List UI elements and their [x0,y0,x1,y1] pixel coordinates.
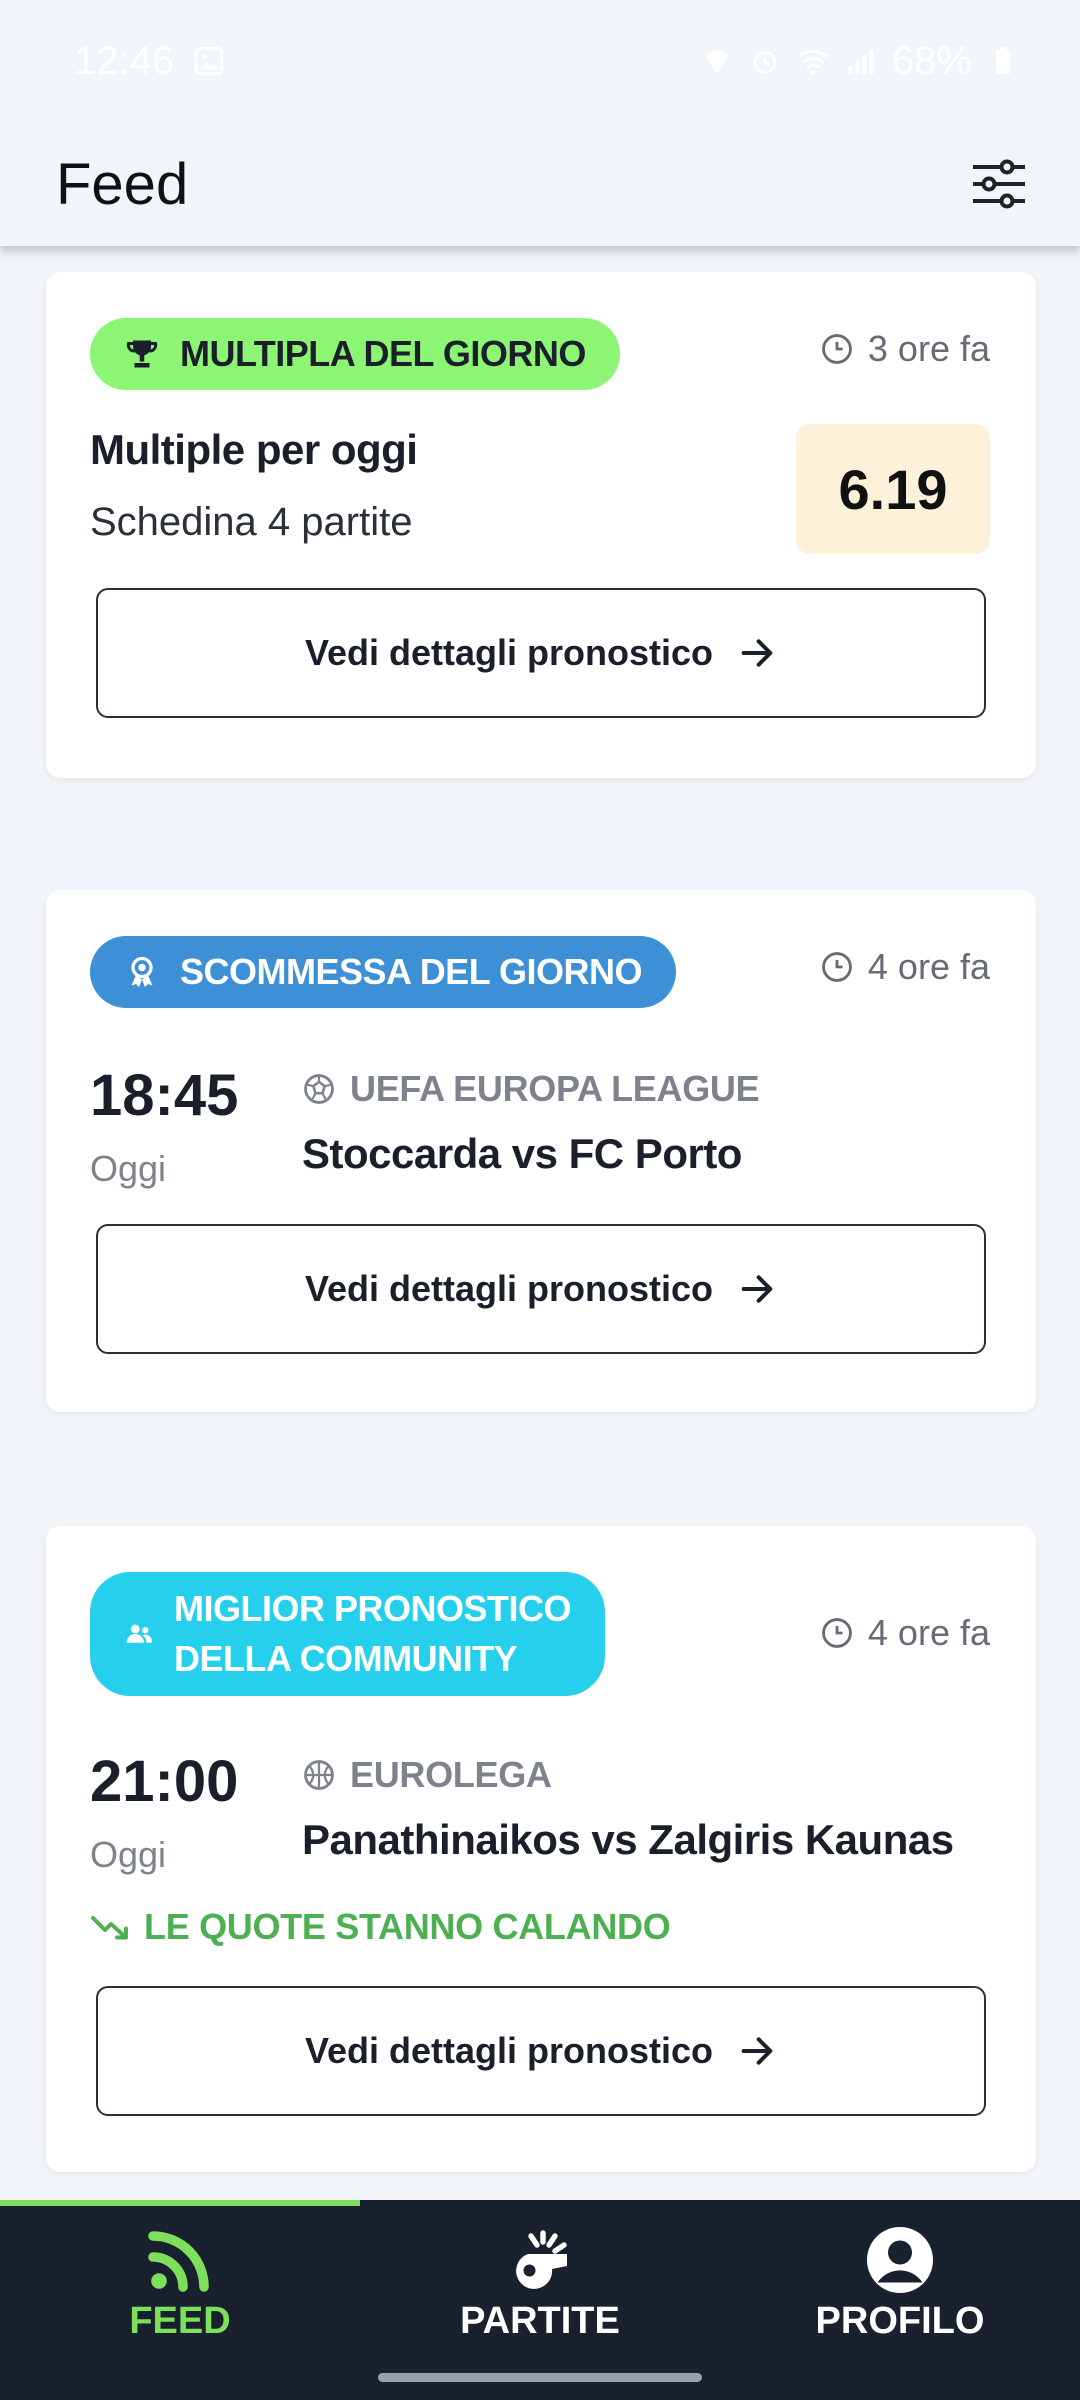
soccer-ball-icon [304,1074,334,1104]
home-indicator[interactable] [378,2373,702,2382]
detail-button[interactable]: Vedi dettagli pronostico [96,588,986,718]
feed-card-scommessa: SCOMMESSA DEL GIORNO 4 ore fa 18:45 Oggi… [46,890,1036,1412]
nav-item-partite[interactable]: PARTITE [360,2218,720,2368]
active-tab-indicator [0,2200,360,2206]
trophy-icon [126,340,158,368]
detail-button[interactable]: Vedi dettagli pronostico [96,1224,986,1354]
match-day: Oggi [90,1148,167,1189]
match-time: 21:00 [90,1749,239,1814]
image-icon [194,46,224,76]
nav-label-profilo: PROFILO [815,2300,985,2342]
feed-list[interactable]: MULTIPLA DEL GIORNO 3 ore fa Multiple pe… [0,246,1080,2200]
league-label: UEFA EUROPA LEAGUE [350,1068,760,1109]
basketball-icon [304,1760,334,1790]
feed-card-community: MIGLIOR PRONOSTICO DELLA COMMUNITY 4 ore… [46,1526,1036,2172]
badge-label: MULTIPLA DEL GIORNO [180,333,586,374]
wifi-icon [797,49,829,75]
badge-scommessa: SCOMMESSA DEL GIORNO [90,936,677,1008]
odds-trend: LE QUOTE STANNO CALANDO [90,1906,671,1948]
status-time: 12:46 [74,38,175,83]
arrow-right-icon [741,2037,773,2065]
award-icon [131,956,153,987]
odd-value: 6.19 [796,424,990,554]
arrow-right-icon [741,639,773,667]
detail-button-label: Vedi dettagli pronostico [304,632,714,673]
league-name: UEFA EUROPA LEAGUE [302,1068,760,1110]
badge-label-line1: MIGLIOR PRONOSTICO [174,1588,572,1629]
match-time: 18:45 [90,1063,239,1128]
arrow-right-icon [741,1275,773,1303]
nav-item-feed[interactable]: FEED [0,2218,360,2368]
time-ago-label: 4 ore fa [867,946,990,987]
time-ago-label: 3 ore fa [867,328,990,369]
match-teams: Panathinaikos vs Zalgiris Kaunas [302,1816,954,1863]
match-day: Oggi [90,1834,167,1875]
league-name: EUROLEGA [302,1754,552,1796]
detail-button-label: Vedi dettagli pronostico [304,1268,714,1309]
status-left: 12:46 [74,39,226,84]
time-ago-label: 4 ore fa [867,1612,990,1653]
bottom-nav: FEED PARTITE PROFILO [0,2200,1080,2400]
nav-label-partite: PARTITE [460,2300,620,2342]
location-icon [705,49,729,74]
card-subtitle: Schedina 4 partite [90,500,413,544]
badge-text: MIGLIOR PRONOSTICO DELLA COMMUNITY [174,1584,572,1684]
battery-percent: 68% [891,38,972,83]
trending-down-icon [91,1916,128,1940]
sliders-icon [973,159,1025,209]
detail-button[interactable]: Vedi dettagli pronostico [96,1986,986,2116]
odds-trend-label: LE QUOTE STANNO CALANDO [144,1906,671,1947]
rss-feed-icon [148,2231,209,2292]
filter-button[interactable] [968,153,1030,215]
signal-icon [848,49,874,74]
app-header: Feed [0,122,1080,246]
nav-item-profilo[interactable]: PROFILO [720,2218,1080,2368]
badge-label: SCOMMESSA DEL GIORNO [180,951,643,992]
status-right: 68% [700,39,1020,84]
badge-label-line2: DELLA COMMUNITY [174,1638,518,1679]
time-ago: 4 ore fa [820,1612,990,1654]
nav-label-feed: FEED [129,2300,231,2342]
badge-community: MIGLIOR PRONOSTICO DELLA COMMUNITY [90,1572,606,1696]
time-ago: 3 ore fa [820,328,990,370]
battery-icon [995,46,1011,74]
league-label: EUROLEGA [350,1754,552,1795]
status-bar: 12:46 68% [0,0,1080,122]
clock-icon [822,334,852,364]
clock-icon [822,1618,852,1648]
page-title: Feed [56,151,189,217]
detail-button-label: Vedi dettagli pronostico [304,2030,714,2071]
time-ago: 4 ore fa [820,946,990,988]
card-title: Multiple per oggi [90,426,418,473]
community-icon [126,1624,152,1643]
clock-icon [822,952,852,982]
match-teams: Stoccarda vs FC Porto [302,1130,742,1177]
feed-card-multipla: MULTIPLA DEL GIORNO 3 ore fa Multiple pe… [46,272,1036,778]
badge-multipla: MULTIPLA DEL GIORNO [90,318,620,390]
alarm-icon [753,51,777,74]
whistle-icon [516,2230,567,2289]
user-icon [867,2227,933,2293]
